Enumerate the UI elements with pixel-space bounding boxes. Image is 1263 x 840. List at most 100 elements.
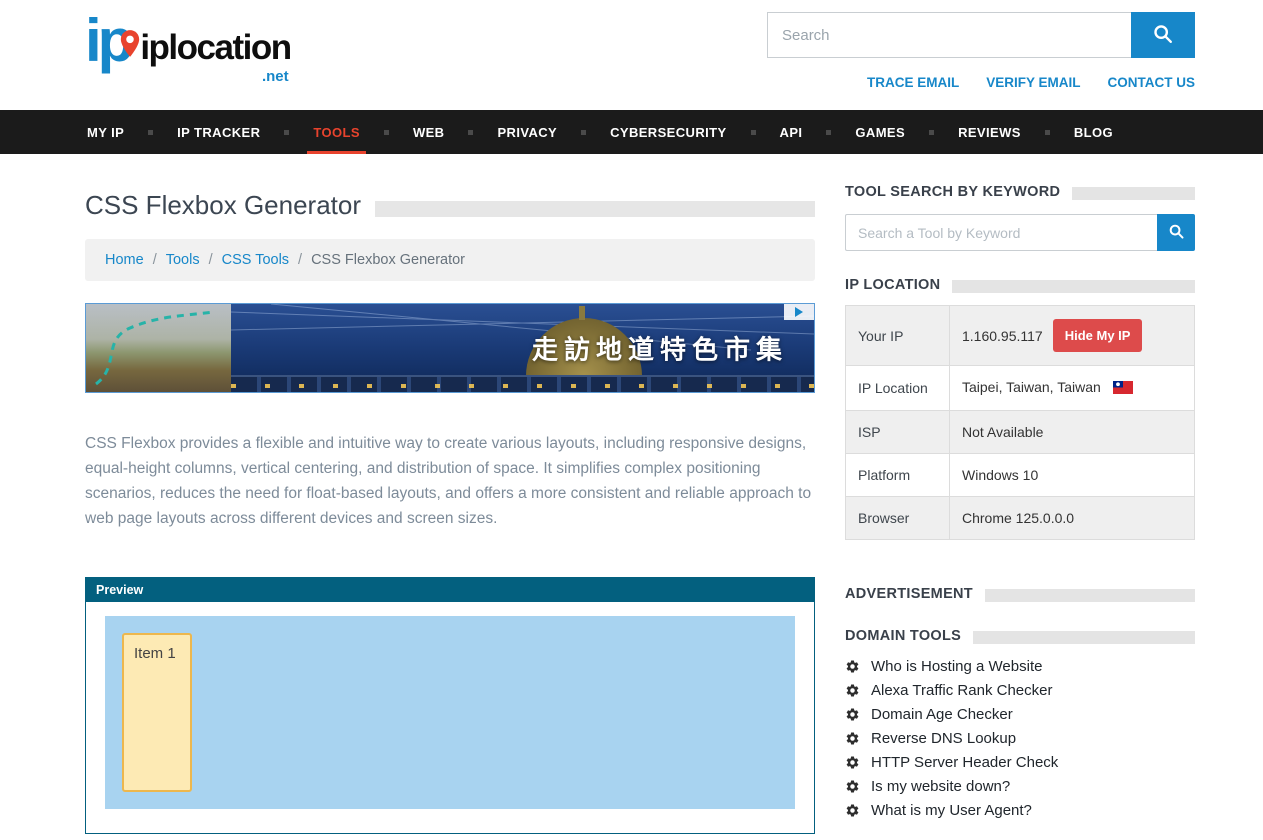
header-links: TRACE EMAIL VERIFY EMAIL CONTACT US — [767, 75, 1195, 90]
nav-separator-icon — [468, 130, 473, 135]
advertisement-heading-row: ADVERTISEMENT — [845, 586, 1195, 602]
row-label: Browser — [846, 497, 950, 540]
breadcrumb-css-tools[interactable]: CSS Tools — [222, 252, 289, 268]
trace-email-link[interactable]: TRACE EMAIL — [867, 75, 959, 90]
preview-box: Preview Item 1 — [85, 577, 815, 834]
ad-choices-icon[interactable] — [784, 304, 814, 320]
table-row-your-ip: Your IP 1.160.95.117 Hide My IP — [846, 306, 1195, 366]
tool-search-input[interactable] — [845, 214, 1157, 251]
row-label: ISP — [846, 411, 950, 454]
decorative-bar — [973, 631, 1195, 644]
ad-scene-right: 走訪地道特色市集 — [231, 304, 814, 392]
logo-tld: .net — [262, 68, 289, 85]
breadcrumb-home[interactable]: Home — [105, 252, 144, 268]
nav-item-web[interactable]: WEB — [411, 110, 447, 154]
logo-name: iplocation — [140, 28, 290, 67]
tool-search — [845, 214, 1195, 251]
nav-separator-icon — [581, 130, 586, 135]
tool-search-button[interactable] — [1157, 214, 1195, 251]
logo-mark: ip — [85, 12, 130, 69]
gear-icon — [845, 659, 860, 674]
preview-header: Preview — [86, 578, 814, 602]
row-value: Not Available — [950, 411, 1195, 454]
gear-icon — [845, 779, 860, 794]
gear-icon — [845, 755, 860, 770]
ad-banner[interactable]: 走訪地道特色市集 — [85, 303, 815, 393]
ad-building-lights — [231, 384, 814, 388]
list-item: Reverse DNS Lookup — [845, 730, 1195, 747]
nav-item-ip-tracker[interactable]: IP TRACKER — [175, 110, 262, 154]
hide-my-ip-button[interactable]: Hide My IP — [1053, 319, 1143, 352]
domain-tools-heading-row: DOMAIN TOOLS — [845, 628, 1195, 644]
ip-location-table: Your IP 1.160.95.117 Hide My IP IP Locat… — [845, 305, 1195, 540]
main-column: CSS Flexbox Generator Home Tools CSS Too… — [85, 190, 815, 834]
ad-decorative-curve — [86, 304, 231, 392]
location-pin-icon — [120, 8, 140, 65]
list-item: Alexa Traffic Rank Checker — [845, 682, 1195, 699]
nav-item-cybersecurity[interactable]: CYBERSECURITY — [608, 110, 728, 154]
taiwan-flag-icon — [1113, 381, 1133, 397]
your-ip-value: 1.160.95.117 — [962, 328, 1043, 344]
domain-tool-link[interactable]: Domain Age Checker — [871, 706, 1013, 723]
row-value: Taipei, Taiwan, Taiwan — [950, 366, 1195, 411]
breadcrumb-tools[interactable]: Tools — [166, 252, 200, 268]
page-description: CSS Flexbox provides a flexible and intu… — [85, 431, 815, 531]
nav-item-my-ip[interactable]: MY IP — [85, 110, 126, 154]
decorative-bar — [1072, 187, 1195, 200]
nav-item-blog[interactable]: BLOG — [1072, 110, 1115, 154]
nav-item-privacy[interactable]: PRIVACY — [495, 110, 559, 154]
main-nav: MY IP IP TRACKER TOOLS WEB PRIVACY CYBER… — [0, 110, 1263, 154]
nav-separator-icon — [1045, 130, 1050, 135]
breadcrumb-separator — [298, 252, 302, 268]
site-header: ip iplocation .net TRACE EMAIL — [0, 0, 1263, 110]
table-row-isp: ISP Not Available — [846, 411, 1195, 454]
row-value: Chrome 125.0.0.0 — [950, 497, 1195, 540]
ad-headline: 走訪地道特色市集 — [532, 330, 788, 367]
decorative-bar — [375, 201, 815, 217]
row-label: Platform — [846, 454, 950, 497]
list-item: What is my User Agent? — [845, 802, 1195, 819]
domain-tool-link[interactable]: Alexa Traffic Rank Checker — [871, 682, 1052, 699]
page: ip iplocation .net TRACE EMAIL — [0, 0, 1263, 840]
tool-search-heading-row: TOOL SEARCH BY KEYWORD — [845, 184, 1195, 200]
decorative-bar — [952, 280, 1195, 293]
breadcrumb-separator — [153, 252, 157, 268]
logo-text: iplocation .net — [140, 28, 290, 68]
domain-tool-link[interactable]: Reverse DNS Lookup — [871, 730, 1016, 747]
site-logo[interactable]: ip iplocation .net — [85, 12, 291, 69]
gear-icon — [845, 803, 860, 818]
breadcrumb-separator — [209, 252, 213, 268]
nav-item-games[interactable]: GAMES — [853, 110, 907, 154]
search-button[interactable] — [1131, 12, 1195, 58]
magnifier-icon — [1168, 223, 1185, 243]
row-label: Your IP — [846, 306, 950, 366]
sidebar: TOOL SEARCH BY KEYWORD IP LOCATION Y — [845, 184, 1195, 826]
breadcrumb: Home Tools CSS Tools CSS Flexbox Generat… — [85, 239, 815, 281]
row-label: IP Location — [846, 366, 950, 411]
contact-us-link[interactable]: CONTACT US — [1108, 75, 1196, 90]
breadcrumb-current: CSS Flexbox Generator — [311, 252, 465, 268]
nav-item-tools[interactable]: TOOLS — [311, 110, 362, 154]
header-right: TRACE EMAIL VERIFY EMAIL CONTACT US — [767, 10, 1195, 90]
header-search — [767, 12, 1195, 58]
row-value: Windows 10 — [950, 454, 1195, 497]
ip-location-heading: IP LOCATION — [845, 277, 940, 293]
domain-tool-link[interactable]: Who is Hosting a Website — [871, 658, 1042, 675]
row-value: 1.160.95.117 Hide My IP — [950, 306, 1195, 366]
search-input[interactable] — [767, 12, 1131, 58]
table-row-browser: Browser Chrome 125.0.0.0 — [846, 497, 1195, 540]
verify-email-link[interactable]: VERIFY EMAIL — [986, 75, 1080, 90]
domain-tool-link[interactable]: HTTP Server Header Check — [871, 754, 1058, 771]
nav-separator-icon — [751, 130, 756, 135]
nav-item-api[interactable]: API — [778, 110, 805, 154]
ip-location-value: Taipei, Taiwan, Taiwan — [962, 379, 1101, 395]
magnifier-icon — [1152, 23, 1174, 48]
content: CSS Flexbox Generator Home Tools CSS Too… — [0, 154, 1263, 834]
list-item: Domain Age Checker — [845, 706, 1195, 723]
nav-separator-icon — [826, 130, 831, 135]
domain-tool-link[interactable]: Is my website down? — [871, 778, 1010, 795]
nav-item-reviews[interactable]: REVIEWS — [956, 110, 1023, 154]
domain-tool-link[interactable]: What is my User Agent? — [871, 802, 1032, 819]
nav-separator-icon — [284, 130, 289, 135]
domain-tools-heading: DOMAIN TOOLS — [845, 628, 961, 644]
